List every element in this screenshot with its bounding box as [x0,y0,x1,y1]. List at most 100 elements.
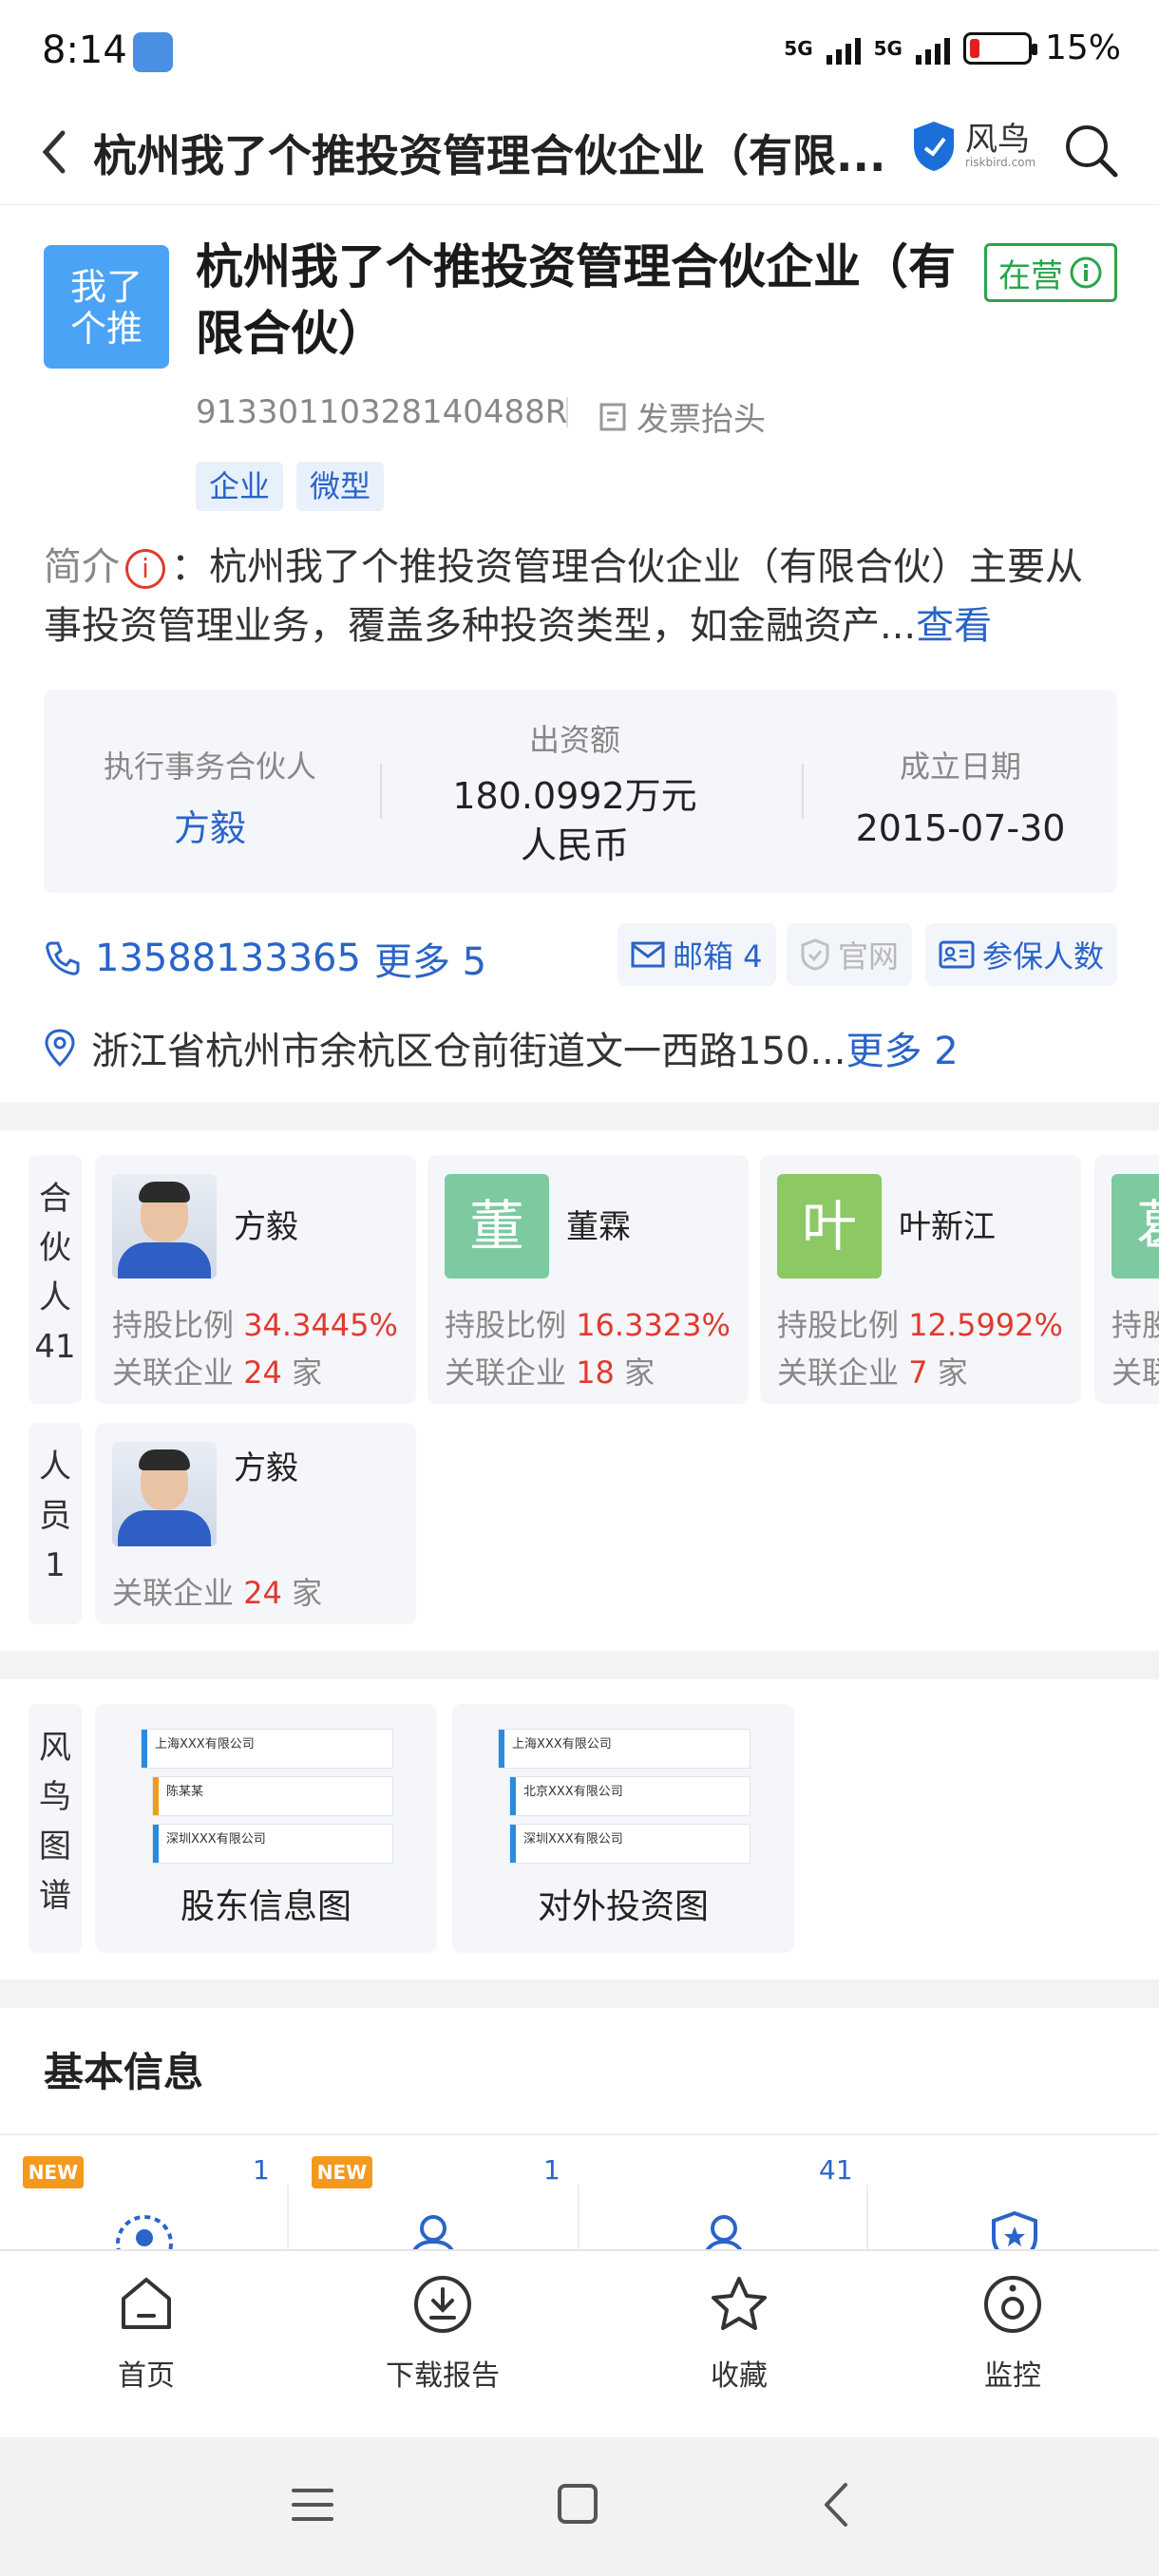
back-icon[interactable] [819,2481,853,2529]
email-chip[interactable]: 邮箱 4 [618,923,776,986]
section-separator [0,1651,1159,1679]
graph-title: 股东信息图 [180,1887,352,1926]
status-time: 8:14 [42,28,127,72]
company-name: 杭州我了个推投资管理合伙企业（有限合伙） [196,239,956,361]
graph-thumbnail: 上海XXX有限公司 陈某某 深圳XXX有限公司 [141,1729,395,1871]
avatar: 叶 [777,1174,882,1279]
basic-info-title: 基本信息 [44,2049,204,2095]
phone-row[interactable]: 13588133365 更多 5 [44,931,486,986]
shield-star-icon[interactable] [984,2209,1045,2251]
partner-card[interactable]: 叶 叶新江 持股比例 12.5992% 关联企业 7 家 [760,1155,1081,1404]
label-char: 风 [39,1729,71,1767]
status-indicators: 5G 5G 15% [784,28,1121,67]
id-card-icon [939,940,975,969]
shareholder-graph-card[interactable]: 上海XXX有限公司 陈某某 深圳XXX有限公司 股东信息图 [95,1704,437,1953]
nav-label: 监控 [984,2359,1041,2393]
grid-count: 1 [543,2154,560,2186]
mini-row: 上海XXX有限公司 [498,1729,750,1769]
info-icon: i [125,549,165,589]
investment-graph-card[interactable]: 上海XXX有限公司 北京XXX有限公司 深圳XXX有限公司 对外投资图 [452,1704,794,1953]
user-group-icon[interactable] [405,2209,466,2251]
graph-label[interactable]: 风 鸟 图 谱 [28,1704,82,1953]
company-logo: 我了 个推 [44,245,169,369]
system-nav-bar [0,2437,1159,2576]
phone-number[interactable]: 13588133365 [95,937,361,980]
stat-value: 180.0992万元人民币 [452,775,697,866]
stat-label: 执行事务合伙人 [103,748,316,785]
menu-icon[interactable] [291,2483,334,2527]
tag-micro: 微型 [296,462,385,511]
stat-capital: 出资额 180.0992万元人民币 [401,690,749,893]
app-notification-icon [133,32,173,72]
download-icon [414,2276,471,2333]
label-char: 41 [34,1328,76,1366]
avatar [112,1174,217,1279]
nav-favorite[interactable]: 收藏 [644,2251,834,2439]
partner-name: 董霖 [566,1208,631,1246]
address-text: 浙江省杭州市余杭区仓前街道文一西路150... [91,1030,846,1073]
search-icon[interactable] [1060,120,1121,180]
invoice-header-link[interactable]: 发票抬头 [598,393,766,440]
section-separator [0,1979,1159,2008]
new-badge: NEW [312,2156,372,2188]
network-type-2: 5G [873,36,902,60]
company-intro[interactable]: 简介 i ：杭州我了个推投资管理合伙企业（有限合伙）主要从事投资管理业务，覆盖多种投… [44,538,1117,655]
grid-count: 41 [819,2154,853,2186]
partner-card-partial[interactable]: 葛 持股 关联 [1094,1155,1159,1404]
signal-icon [826,32,861,65]
home-square-icon[interactable] [557,2483,598,2525]
insured-label: 参保人数 [982,938,1105,975]
label-char: 谱 [39,1877,71,1915]
staff-name: 方毅 [234,1449,298,1487]
phone-more-link[interactable]: 更多 5 [374,931,486,986]
shield-check-icon [801,938,829,971]
mini-row: 陈某某 [152,1776,393,1816]
grid-count: 1 [253,2154,270,2186]
stat-value-link[interactable]: 方毅 [44,804,376,853]
info-icon [1070,256,1102,289]
logo-text-line1: 我了 [69,266,142,308]
related-companies: 关联企业 18 家 [445,1354,656,1391]
partner-card[interactable]: 方毅 持股比例 34.3445% 关联企业 24 家 [95,1155,416,1404]
nav-label: 收藏 [711,2359,768,2393]
related-companies: 关联 [1112,1354,1159,1391]
logo-text-line2: 个推 [69,308,142,350]
top-header: 杭州我了个推投资管理合伙企业（有限... 风鸟 riskbird.com [0,99,1159,205]
nav-monitor[interactable]: 监控 [918,2251,1108,2439]
bottom-nav: 首页 下载报告 收藏 监控 [0,2249,1159,2437]
mail-icon [631,941,665,968]
related-companies: 关联企业 24 家 [112,1575,323,1611]
nav-download-report[interactable]: 下载报告 [348,2251,538,2439]
operating-status-badge[interactable]: 在营 [984,243,1117,302]
related-companies: 关联企业 24 家 [112,1354,323,1391]
label-char: 鸟 [39,1778,71,1816]
staff-card[interactable]: 方毅 关联企业 24 家 [95,1423,416,1624]
avatar: 葛 [1112,1174,1159,1279]
stat-label: 出资额 [528,722,620,758]
invoice-icon [599,403,626,430]
partner-name: 叶新江 [899,1208,996,1246]
website-chip[interactable]: 官网 [787,923,913,986]
battery-percent: 15% [1044,28,1121,67]
staff-label[interactable]: 人 员 1 [28,1423,82,1624]
back-arrow-icon[interactable] [34,123,72,180]
credit-code[interactable]: 91330110328140488R [196,393,567,431]
status-text: 在营 [998,256,1063,295]
intro-more-link[interactable]: 查看 [916,604,992,648]
stat-label: 成立日期 [899,748,1021,785]
address-row[interactable]: 浙江省杭州市余杭区仓前街道文一西路150... 更多 2 [44,1020,959,1075]
person-target-icon[interactable] [114,2209,175,2251]
address-more-link[interactable]: 更多 2 [846,1020,959,1075]
partners-label[interactable]: 合 伙 人 41 [28,1155,82,1404]
partner-card[interactable]: 董 董霖 持股比例 16.3323% 关联企业 18 家 [428,1155,749,1404]
avatar: 董 [445,1174,549,1279]
brand-domain: riskbird.com [965,156,1036,169]
email-label: 邮箱 4 [673,938,763,975]
label-char: 1 [45,1546,66,1584]
label-char: 伙 [39,1229,71,1267]
mini-row: 上海XXX有限公司 [141,1729,393,1769]
insured-chip[interactable]: 参保人数 [925,923,1118,986]
nav-home[interactable]: 首页 [51,2251,241,2439]
user-icon[interactable] [694,2209,754,2251]
shield-logo-icon [914,122,954,171]
